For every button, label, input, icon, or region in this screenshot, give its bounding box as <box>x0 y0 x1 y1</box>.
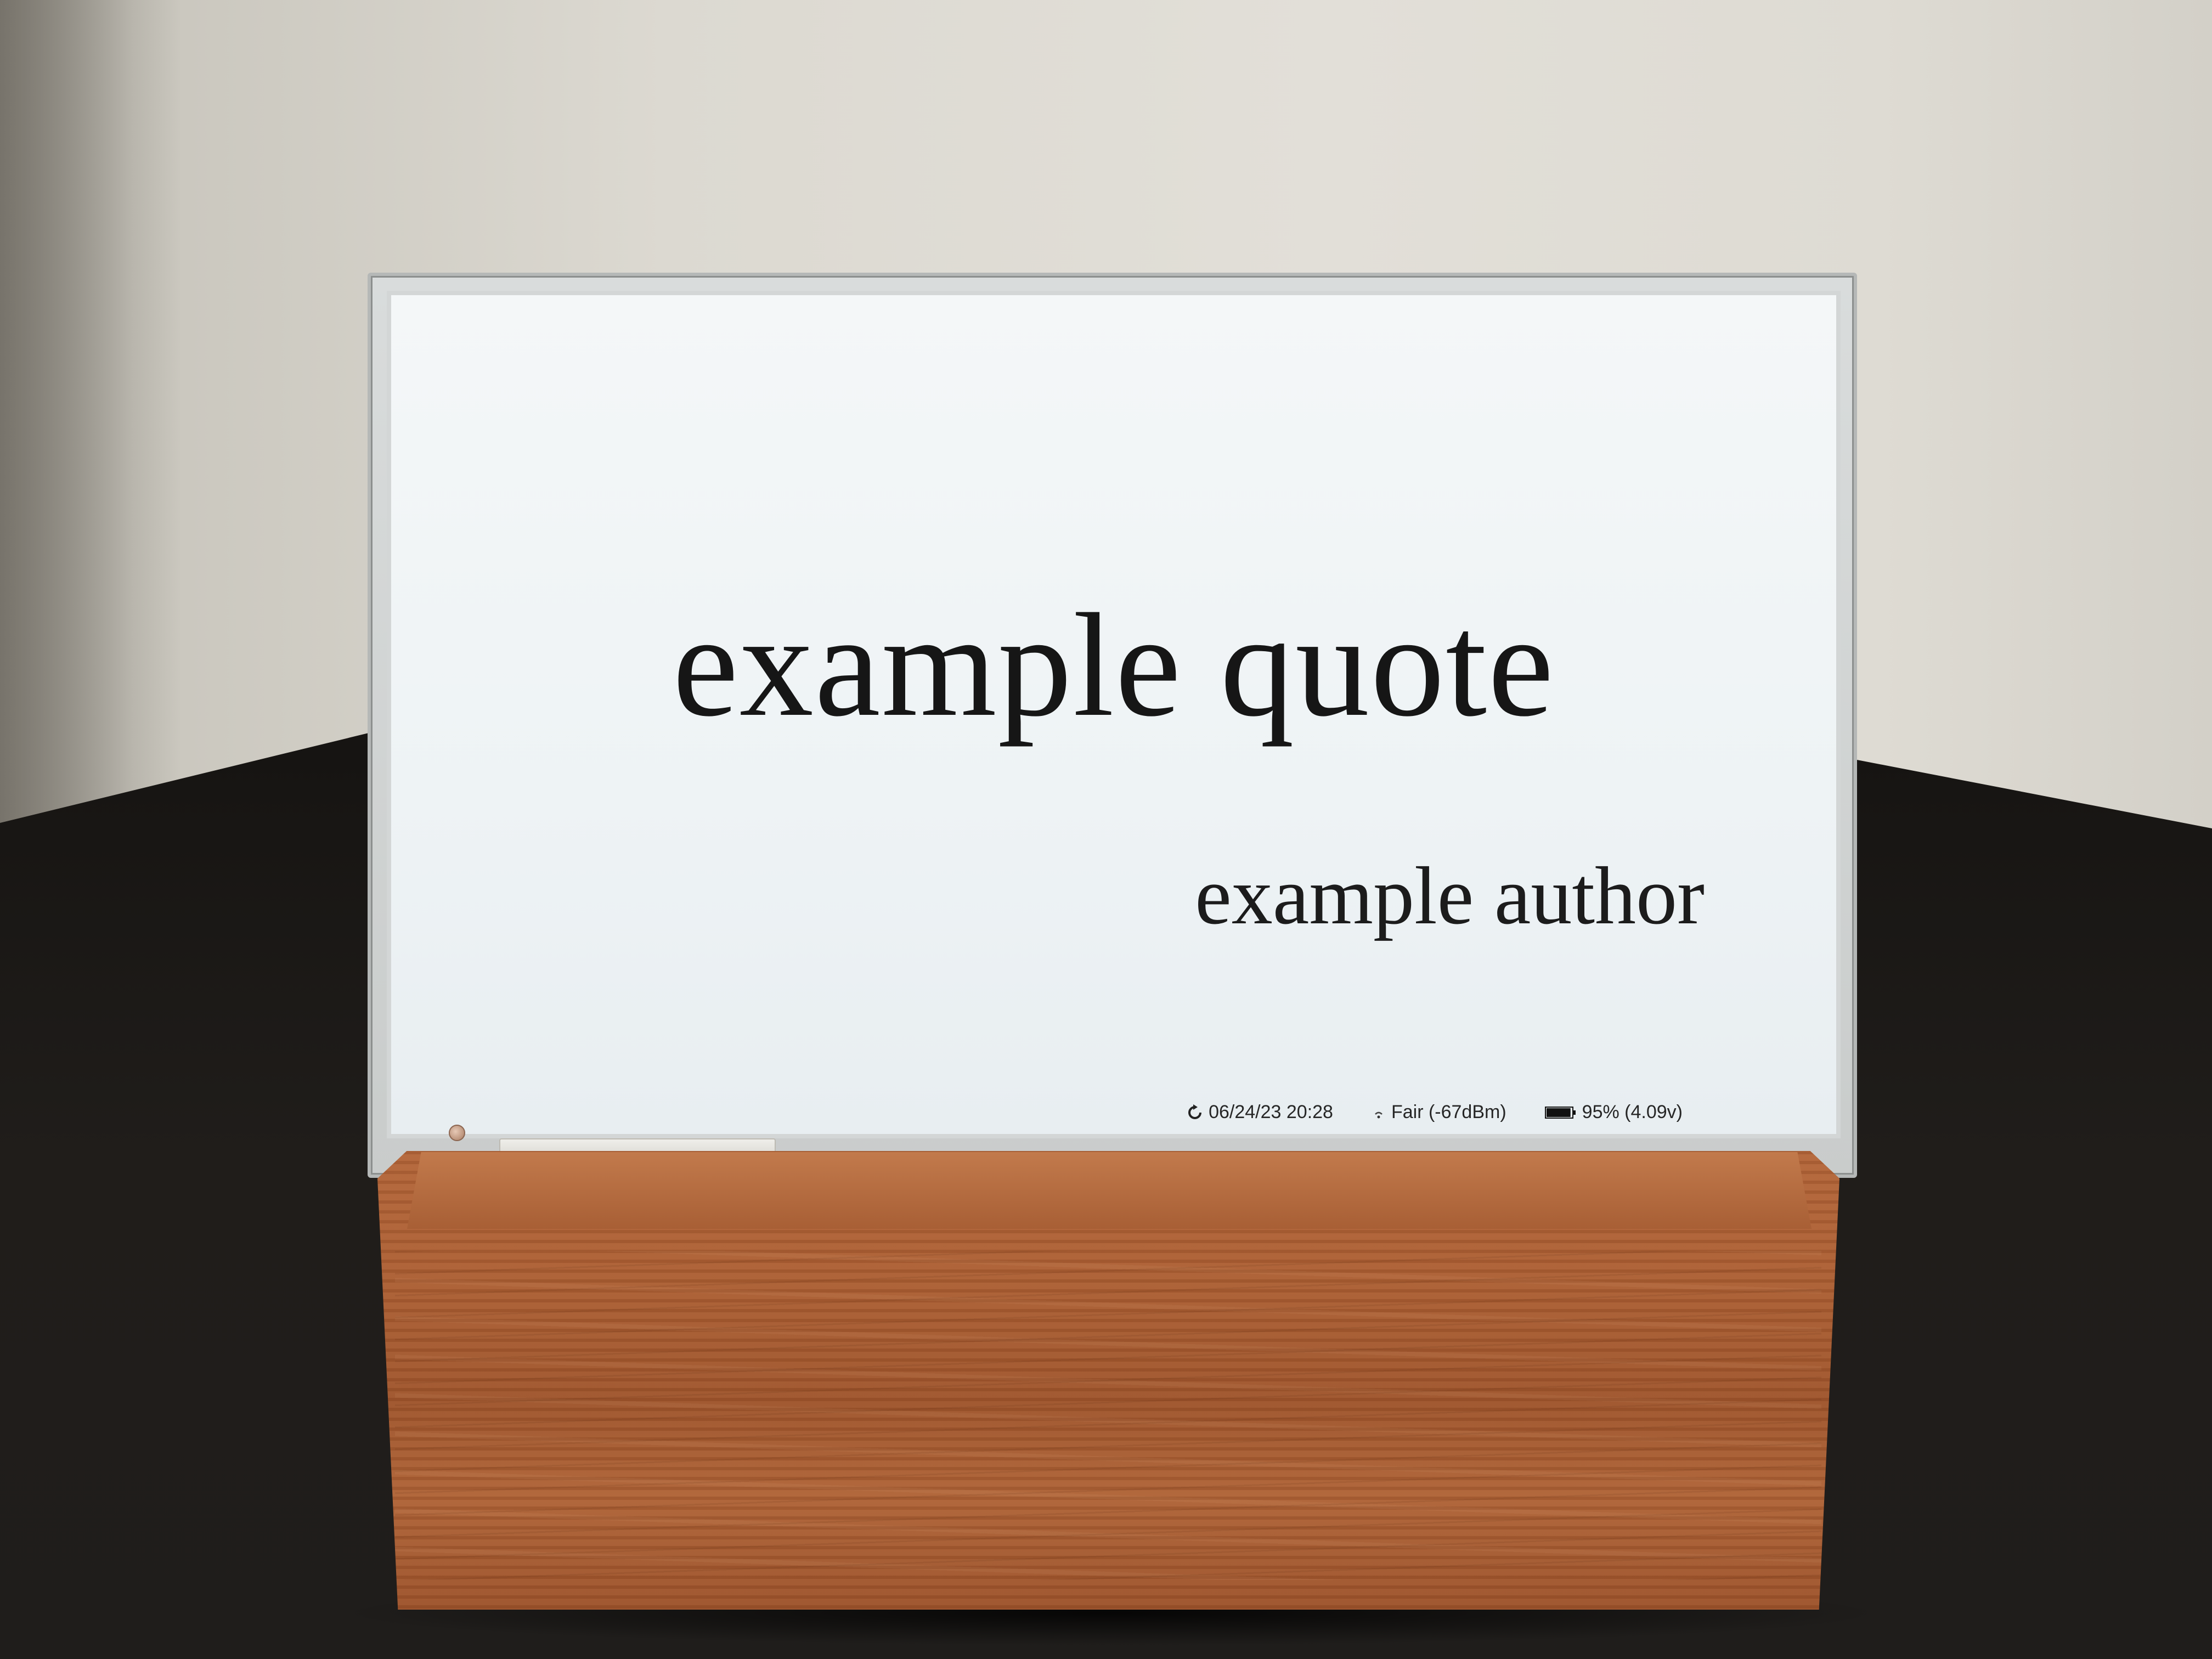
refresh-status: 06/24/23 20:28 <box>1187 1102 1333 1123</box>
quote-text: example quote <box>673 583 1555 747</box>
eink-display-screen: example quote example author 06/24/23 20… <box>387 291 1841 1138</box>
battery-status: 95% (4.09v) <box>1544 1102 1683 1123</box>
wood-grain <box>395 1251 1821 1580</box>
refresh-icon <box>1187 1104 1203 1121</box>
wifi-icon <box>1372 1105 1386 1120</box>
left-screw <box>449 1125 465 1141</box>
last-refresh-timestamp: 06/24/23 20:28 <box>1209 1102 1333 1122</box>
wifi-status: Fair (-67dBm) <box>1372 1102 1506 1123</box>
battery-level-text: 95% (4.09v) <box>1582 1102 1683 1122</box>
wooden-stand-top <box>407 1152 1812 1229</box>
wifi-signal-text: Fair (-67dBm) <box>1391 1102 1506 1122</box>
battery-icon <box>1544 1105 1577 1120</box>
status-bar: 06/24/23 20:28 Fair (-67dBm) 95% (4.09v) <box>1187 1102 1683 1123</box>
author-text: example author <box>1195 850 1705 941</box>
